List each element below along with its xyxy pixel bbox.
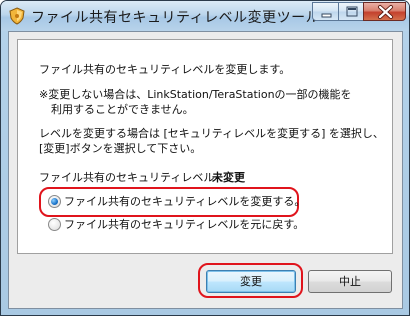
warning-note: ※変更しない場合は、LinkStation/TeraStationの一部の機能を bbox=[39, 88, 352, 101]
dialog-body: ファイル共有のセキュリティレベルを変更します。 ※変更しない場合は、LinkSt… bbox=[8, 31, 403, 309]
minimize-button[interactable] bbox=[312, 2, 339, 21]
close-button[interactable] bbox=[363, 2, 406, 21]
instruction-text-cont: [変更]ボタンを選択して下さい。 bbox=[39, 142, 202, 155]
instruction-text: レベルを変更する場合は [セキュリティレベルを変更する] を選択し、 bbox=[39, 127, 384, 140]
radio-button-selected[interactable] bbox=[48, 195, 61, 208]
window-title: ファイル共有セキュリティレベル変更ツール bbox=[31, 10, 321, 26]
maximize-button[interactable] bbox=[338, 2, 364, 21]
title-bar[interactable]: ファイル共有セキュリティレベル変更ツール bbox=[1, 1, 409, 31]
radio-button-unselected[interactable] bbox=[48, 218, 61, 231]
security-level-value: 未変更 bbox=[212, 171, 245, 184]
cancel-button[interactable]: 中止 bbox=[308, 270, 392, 293]
dialog-window: ファイル共有セキュリティレベル変更ツール ファイル共有のセキュリティレベルを変更… bbox=[0, 0, 410, 316]
option-revert-label[interactable]: ファイル共有のセキュリティレベルを元に戻す。 bbox=[64, 217, 304, 232]
option-change-label[interactable]: ファイル共有のセキュリティレベルを変更する。 bbox=[64, 194, 305, 209]
warning-note-cont: 利用することができません。 bbox=[51, 103, 194, 116]
intro-text: ファイル共有のセキュリティレベルを変更します。 bbox=[39, 63, 291, 76]
shield-tool-icon bbox=[8, 7, 26, 25]
minimize-icon bbox=[321, 13, 332, 18]
content-panel: ファイル共有のセキュリティレベルを変更します。 ※変更しない場合は、LinkSt… bbox=[17, 39, 393, 254]
close-icon bbox=[378, 5, 393, 19]
maximize-icon bbox=[346, 6, 358, 17]
security-level-label: ファイル共有のセキュリティレベル ： bbox=[39, 171, 229, 184]
change-button[interactable]: 変更 bbox=[206, 270, 296, 293]
radio-selected-dot bbox=[51, 198, 58, 205]
